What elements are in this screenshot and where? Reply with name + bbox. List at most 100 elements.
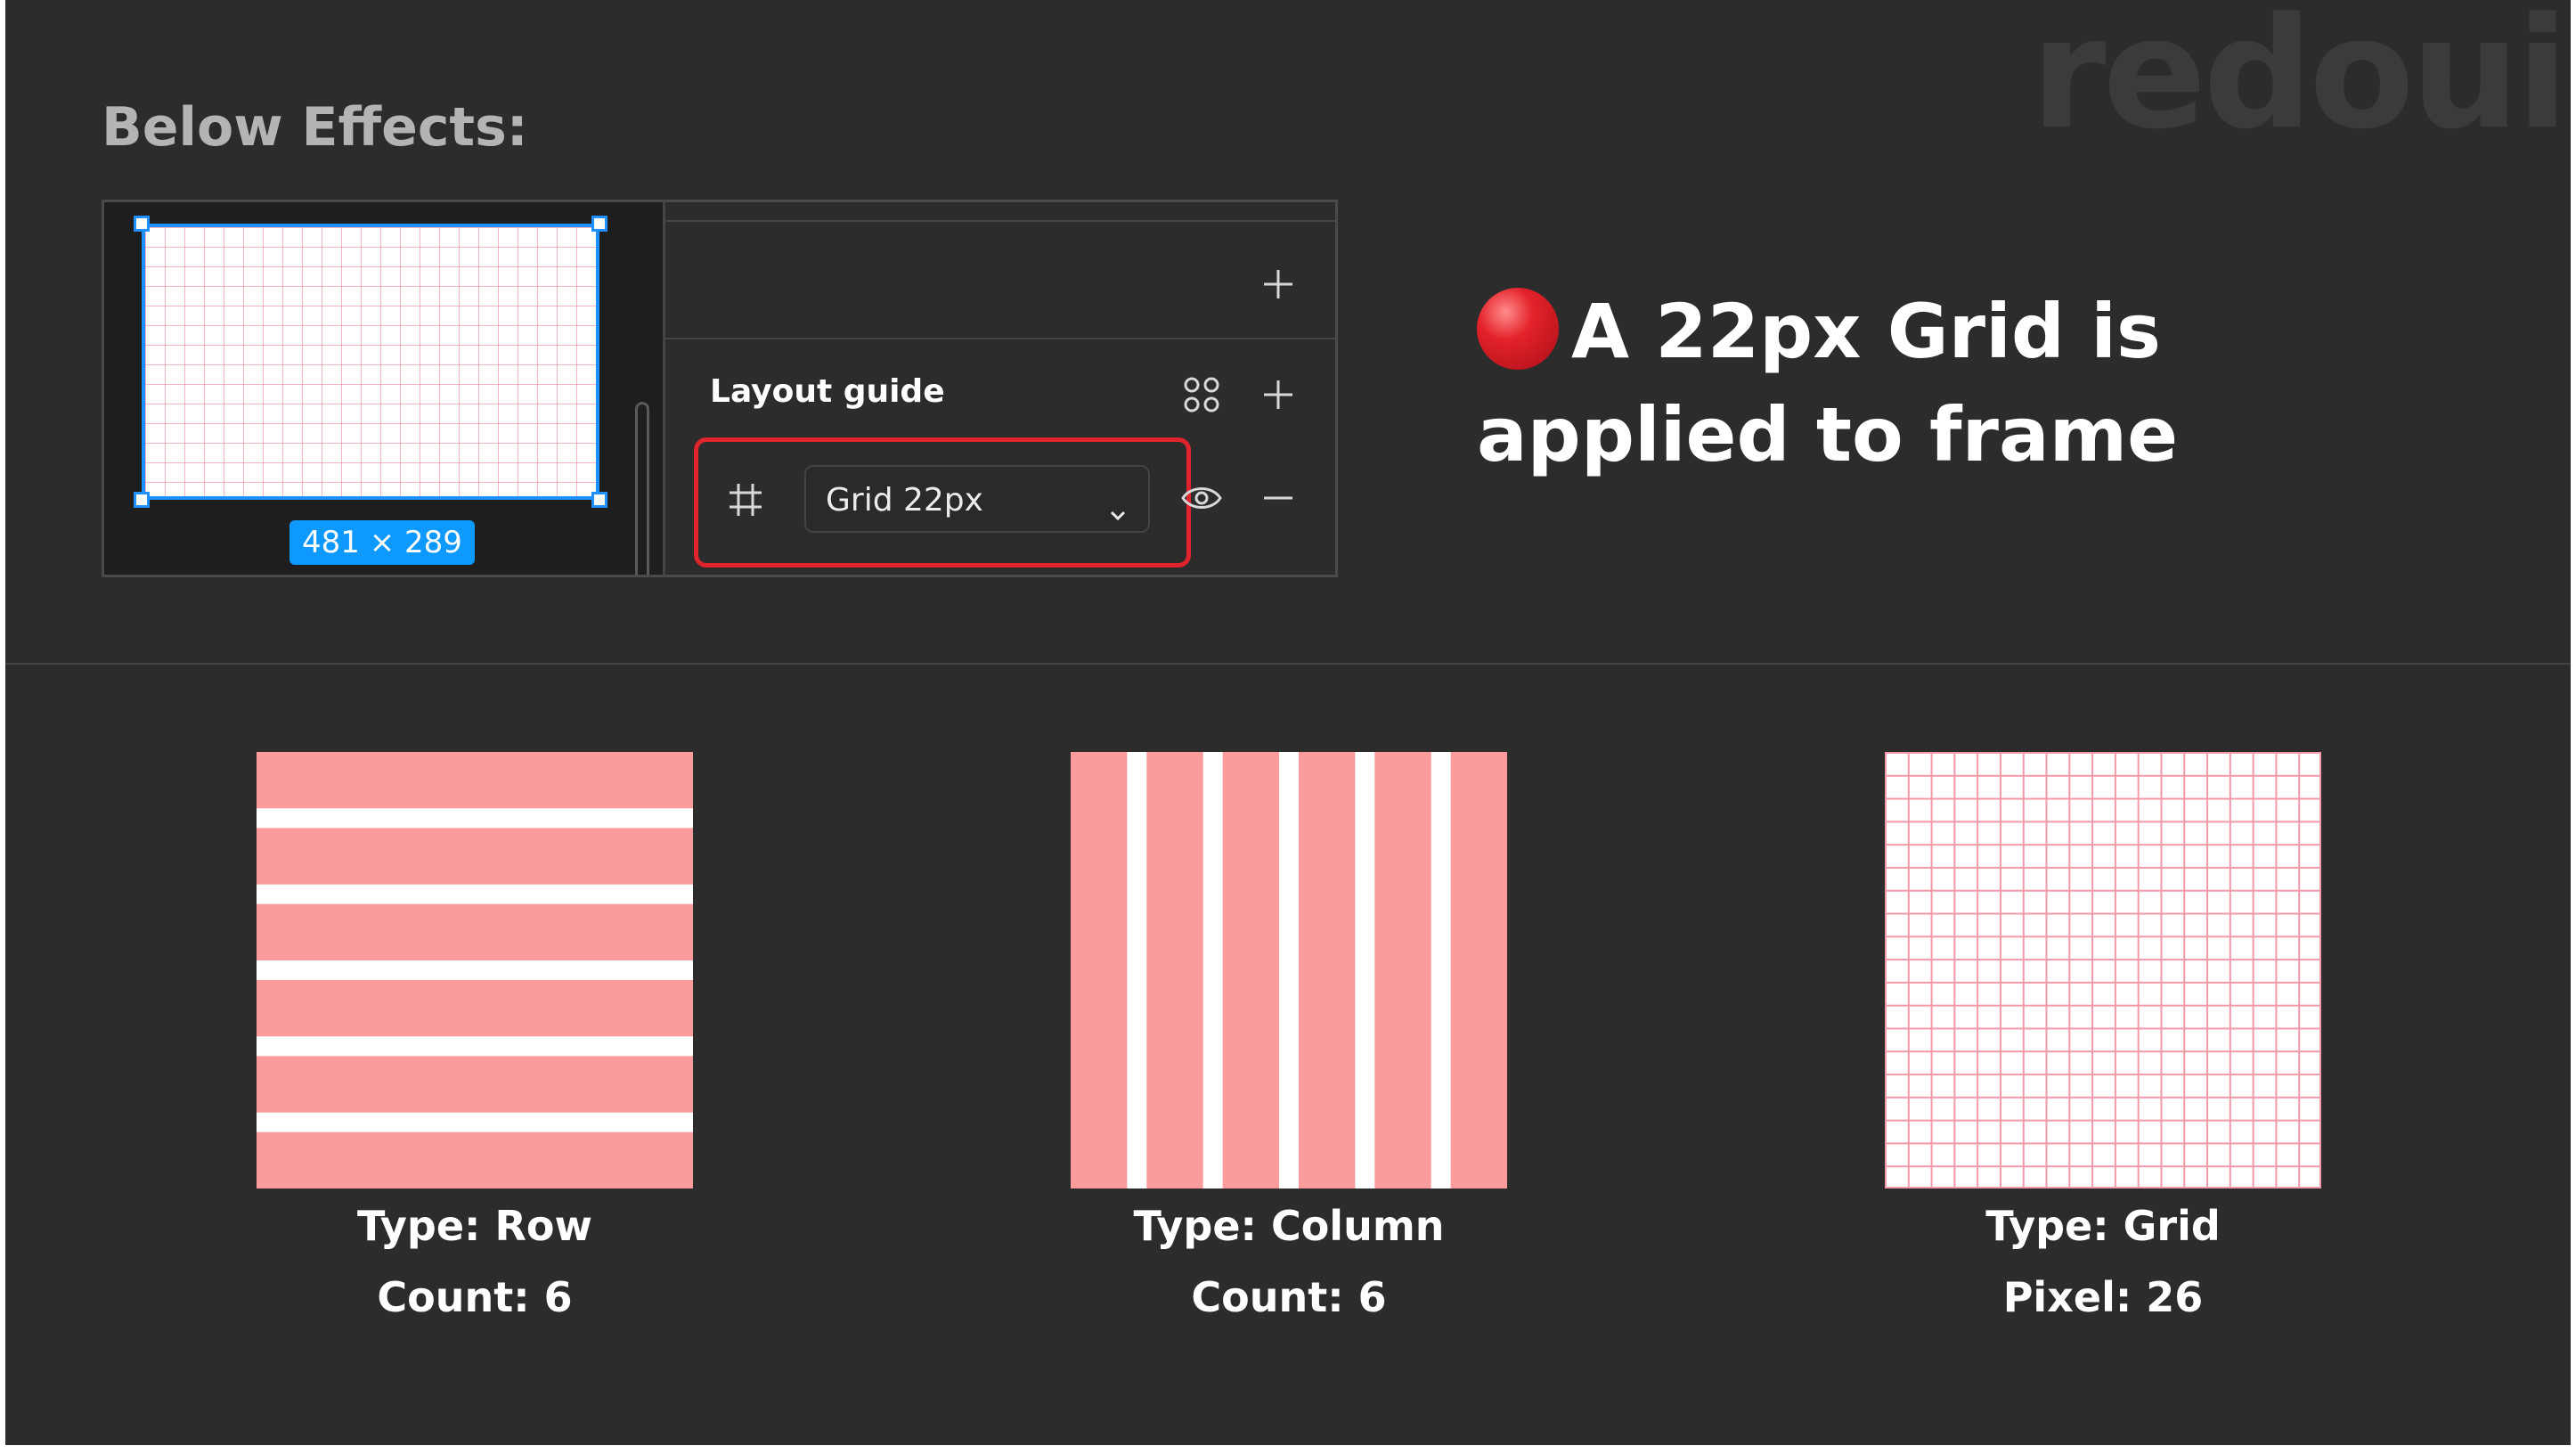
- grid-line-vertical: [2275, 752, 2278, 1189]
- layout-guide-label: Layout guide: [710, 373, 945, 410]
- grid-line-horizontal: [1885, 821, 2321, 823]
- grid-line-vertical: [2114, 752, 2116, 1189]
- callout-text: A 22px Grid is applied to frame: [1477, 280, 2278, 486]
- grid-line-horizontal: [1885, 1004, 2321, 1007]
- grid-line-horizontal: [1885, 981, 2321, 984]
- column-band: [1222, 752, 1279, 1189]
- grid-line-horizontal: [1885, 889, 2321, 892]
- pixel-grid-graphic: [1885, 752, 2321, 1189]
- plus-icon[interactable]: [1253, 259, 1303, 309]
- grid-line-vertical: [2022, 752, 2025, 1189]
- section-title: Below Effects:: [102, 96, 528, 159]
- row-band: [257, 828, 693, 885]
- column-band: [1146, 752, 1203, 1189]
- grid-line-vertical: [2160, 752, 2163, 1189]
- example-column: Type: Column Count: 6: [1071, 752, 1507, 1324]
- grid-line-horizontal: [1885, 1096, 2321, 1099]
- properties-panel: Layout guide Grid 22px: [663, 202, 1335, 575]
- grid-line-vertical: [2252, 752, 2254, 1189]
- example-type-label: Type: Column: [1133, 1202, 1445, 1250]
- grid-line-vertical: [2298, 752, 2301, 1189]
- slide: redoui Below Effects: 481 × 289 Layout g…: [5, 0, 2571, 1445]
- grid-line-horizontal: [1885, 1119, 2321, 1122]
- canvas-area: 481 × 289: [104, 202, 663, 575]
- grid-styles-icon[interactable]: [1177, 370, 1227, 420]
- grid-line-horizontal: [1885, 844, 2321, 846]
- grid-line-vertical: [1930, 752, 1933, 1189]
- grid-select-value: Grid 22px: [826, 482, 983, 519]
- row-band: [257, 903, 693, 960]
- row-grid-graphic: [257, 752, 693, 1189]
- grid-line-horizontal: [1885, 912, 2321, 915]
- row-background: [257, 752, 693, 1189]
- grid-line-horizontal: [1885, 1027, 2321, 1030]
- row-band: [257, 980, 693, 1037]
- brand-watermark: redoui: [2030, 0, 2569, 163]
- grid-line-horizontal: [1885, 1050, 2321, 1053]
- grid-line-horizontal: [1885, 774, 2321, 777]
- example-type-label: Type: Row: [357, 1202, 592, 1250]
- column-background: [1071, 752, 1507, 1189]
- grid-line-horizontal: [1885, 1187, 2321, 1189]
- grid-line-horizontal: [1885, 797, 2321, 800]
- column-band: [1374, 752, 1431, 1189]
- grid-line-vertical: [2183, 752, 2186, 1189]
- callout-line-1: A 22px Grid is: [1571, 288, 2162, 375]
- column-band: [1071, 752, 1128, 1189]
- grid-line-horizontal: [1885, 1165, 2321, 1168]
- grid-line-vertical: [2068, 752, 2071, 1189]
- grid-line-horizontal: [1885, 1142, 2321, 1145]
- resize-handle-top-left[interactable]: [134, 216, 150, 232]
- eye-icon[interactable]: [1177, 473, 1227, 523]
- callout-line-2: applied to frame: [1477, 391, 2179, 478]
- example-detail-label: Count: 6: [377, 1273, 573, 1321]
- example-grid: Type: Grid Pixel: 26: [1885, 752, 2321, 1324]
- resize-handle-top-right[interactable]: [591, 216, 607, 232]
- grid-line-vertical: [1977, 752, 1979, 1189]
- column-grid-graphic: [1071, 752, 1507, 1189]
- grid-line-vertical: [1885, 752, 1887, 1189]
- resize-handle-bottom-left[interactable]: [134, 492, 150, 508]
- row-grid-swatch: [257, 752, 693, 1189]
- row-band: [257, 1131, 693, 1189]
- frame-size-badge: 481 × 289: [289, 520, 475, 565]
- example-row: Type: Row Count: 6: [257, 752, 693, 1324]
- grid-line-horizontal: [1885, 1074, 2321, 1076]
- grid-line-vertical: [2045, 752, 2048, 1189]
- resize-handle-bottom-right[interactable]: [591, 492, 607, 508]
- grid-line-horizontal: [1885, 866, 2321, 869]
- column-band: [1450, 752, 1507, 1189]
- grid-line-vertical: [2319, 752, 2321, 1189]
- example-type-label: Type: Grid: [1985, 1202, 2221, 1250]
- column-band: [1299, 752, 1356, 1189]
- grid-line-vertical: [2137, 752, 2140, 1189]
- figma-panel: 481 × 289 Layout guide Grid 22px: [102, 200, 1338, 577]
- grid-frame[interactable]: [142, 224, 599, 500]
- example-detail-label: Count: 6: [1191, 1273, 1387, 1321]
- grid-type-select[interactable]: Grid 22px: [804, 465, 1150, 533]
- chevron-down-icon: [1109, 494, 1127, 530]
- grid-line-vertical: [1953, 752, 1956, 1189]
- column-grid-swatch: [1071, 752, 1507, 1189]
- grid-line-vertical: [2229, 752, 2231, 1189]
- add-layout-guide-icon[interactable]: [1253, 370, 1303, 420]
- grid-line-horizontal: [1885, 959, 2321, 961]
- red-circle-icon: [1477, 288, 1559, 370]
- panel-divider-mid: [665, 338, 1335, 339]
- row-band: [257, 752, 693, 809]
- scrollbar[interactable]: [635, 402, 649, 575]
- pixel-grid-swatch: [1885, 752, 2321, 1189]
- grid-line-vertical: [1999, 752, 2001, 1189]
- minus-icon[interactable]: [1253, 473, 1303, 523]
- row-band: [257, 1056, 693, 1113]
- grid-line-horizontal: [1885, 935, 2321, 938]
- grid-line-vertical: [1907, 752, 1910, 1189]
- grid-line-horizontal: [1885, 752, 2321, 754]
- grid-line-vertical: [2091, 752, 2094, 1189]
- grid-background: [1885, 752, 2321, 1189]
- hash-grid-icon[interactable]: [726, 480, 765, 519]
- panel-divider-top: [665, 220, 1335, 222]
- example-detail-label: Pixel: 26: [2002, 1273, 2204, 1321]
- section-divider: [5, 663, 2571, 665]
- grid-line-vertical: [2206, 752, 2209, 1189]
